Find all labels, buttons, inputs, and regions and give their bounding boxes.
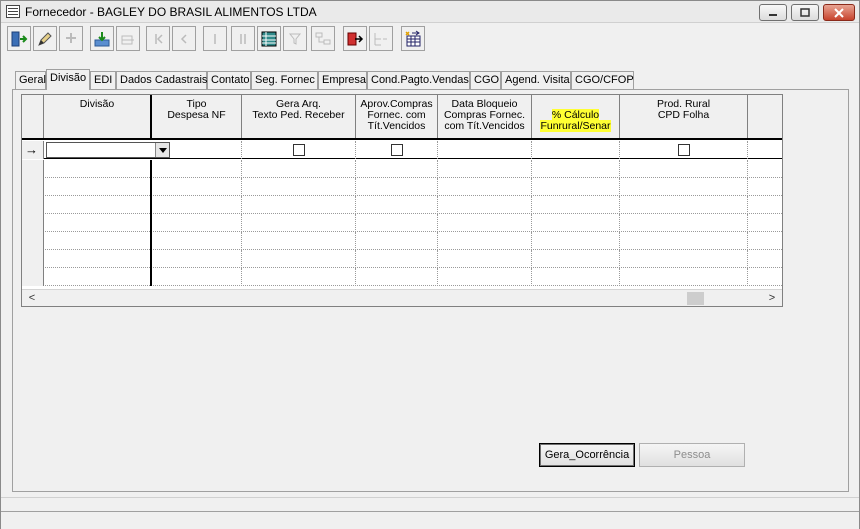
spreadsheet-icon <box>405 30 421 46</box>
tab-dados-cadastrais[interactable]: Dados Cadastrais <box>116 71 207 89</box>
maximize-button[interactable] <box>791 4 819 21</box>
app-icon <box>6 5 20 18</box>
tab-divisao[interactable]: Divisão <box>46 69 90 90</box>
last-record-button[interactable] <box>231 26 255 51</box>
title-bar: Fornecedor - BAGLEY DO BRASIL ALIMENTOS … <box>1 1 859 23</box>
row-indicator <box>22 268 44 286</box>
tipo-despesa-cell[interactable] <box>152 141 242 159</box>
edit-button[interactable] <box>33 26 57 51</box>
table-row[interactable] <box>22 160 782 178</box>
next-record-button[interactable] <box>203 26 227 51</box>
column-header-data-bloqueio[interactable]: Data Bloqueio Compras Fornec. com Tít.Ve… <box>438 95 532 138</box>
scroll-left-button[interactable]: < <box>24 292 40 305</box>
column-header-gera-arq[interactable]: Gera Arq. Texto Ped. Receber <box>242 95 356 138</box>
row-indicator <box>22 250 44 268</box>
save-icon <box>94 31 110 46</box>
next-record-icon <box>214 33 216 44</box>
tab-cgo[interactable]: CGO <box>470 71 501 89</box>
tab-cgo-cfop[interactable]: CGO/CFOP <box>571 71 634 89</box>
gera-arq-checkbox[interactable] <box>293 144 305 156</box>
first-record-button[interactable] <box>146 26 170 51</box>
grid-header: Divisão Tipo Despesa NF Gera Arq. Texto … <box>22 95 782 140</box>
grid-view-icon <box>261 31 277 46</box>
table-row[interactable] <box>22 196 782 214</box>
tab-geral[interactable]: Geral <box>15 71 46 89</box>
column-header-divisao[interactable]: Divisão <box>44 95 152 138</box>
tab-seg-fornec[interactable]: Seg. Fornec <box>251 71 318 89</box>
close-button[interactable] <box>823 4 855 21</box>
grid-header-indicator <box>22 95 44 138</box>
tree-icon <box>315 32 331 44</box>
pessoa-button[interactable]: Pessoa <box>639 443 745 467</box>
tree-collapse-icon <box>374 32 387 45</box>
minimize-button[interactable] <box>759 4 787 21</box>
last-record-icon <box>240 33 246 44</box>
aprov-compras-cell <box>356 141 438 159</box>
current-row-indicator: → <box>22 141 44 159</box>
close-icon <box>834 7 844 18</box>
grid-row-current[interactable]: → <box>22 141 782 159</box>
prod-rural-checkbox[interactable] <box>678 144 690 156</box>
column-header-aprov-compras[interactable]: Aprov.Compras Fornec. com Tít.Vencidos <box>356 95 438 138</box>
edit-icon <box>38 31 52 46</box>
table-row[interactable] <box>22 178 782 196</box>
aprov-compras-checkbox[interactable] <box>391 144 403 156</box>
new-record-icon <box>66 32 76 43</box>
tree-collapse-button[interactable] <box>369 26 393 51</box>
tab-empresa[interactable]: Empresa <box>318 71 367 89</box>
row-indicator <box>22 178 44 196</box>
export-icon <box>347 32 364 45</box>
divisao-grid: Divisão Tipo Despesa NF Gera Arq. Texto … <box>21 94 783 307</box>
row-indicator <box>22 160 44 178</box>
prod-rural-cell <box>620 141 748 159</box>
main-window: Fornecedor - BAGLEY DO BRASIL ALIMENTOS … <box>0 0 860 529</box>
data-bloqueio-cell[interactable] <box>438 141 532 159</box>
filter-button[interactable] <box>283 26 307 51</box>
table-row[interactable] <box>22 268 782 286</box>
table-row[interactable] <box>22 214 782 232</box>
window-title: Fornecedor - BAGLEY DO BRASIL ALIMENTOS … <box>25 5 317 19</box>
minimize-icon <box>769 13 777 16</box>
delete-record-icon <box>121 35 134 44</box>
column-header-calculo-funrural-label: % Cálculo Funrural/Senar <box>540 109 611 132</box>
gera-ocorrencia-button[interactable]: Gera_Ocorrência <box>539 443 635 467</box>
tab-agend-visita[interactable]: Agend. Visita <box>501 71 571 89</box>
scroll-right-button[interactable]: > <box>764 292 780 305</box>
exit-button[interactable] <box>7 26 31 51</box>
previous-record-button[interactable] <box>172 26 196 51</box>
status-bar <box>1 511 859 529</box>
row-indicator <box>22 214 44 232</box>
grid-view-button[interactable] <box>257 26 281 51</box>
row-indicator <box>22 196 44 214</box>
tab-edi[interactable]: EDI <box>90 71 116 89</box>
previous-record-icon <box>180 33 187 44</box>
tab-cond-pagto-vendas[interactable]: Cond.Pagto.Vendas <box>367 71 470 89</box>
scroll-thumb[interactable] <box>687 292 704 305</box>
row-indicator <box>22 232 44 250</box>
filter-icon <box>288 33 302 45</box>
toolbar <box>5 26 445 53</box>
spreadsheet-button[interactable] <box>401 26 425 51</box>
gera-arq-cell <box>242 141 356 159</box>
separator <box>1 497 859 498</box>
table-row[interactable] <box>22 232 782 250</box>
column-header-extra <box>748 95 782 138</box>
exit-icon <box>11 31 28 46</box>
calculo-funrural-cell[interactable] <box>532 141 620 159</box>
column-header-tipo-despesa[interactable]: Tipo Despesa NF <box>152 95 242 138</box>
delete-record-button[interactable] <box>116 26 140 51</box>
export-button[interactable] <box>343 26 367 51</box>
tab-contato[interactable]: Contato <box>207 71 251 89</box>
table-row[interactable] <box>22 250 782 268</box>
tab-strip: Geral Divisão EDI Dados Cadastrais Conta… <box>15 69 845 90</box>
save-button[interactable] <box>90 26 114 51</box>
column-header-calculo-funrural[interactable]: % Cálculo Funrural/Senar <box>532 95 620 138</box>
arrow-right-icon: → <box>25 142 38 157</box>
first-record-icon <box>155 33 163 44</box>
new-record-button[interactable] <box>59 26 83 51</box>
maximize-icon <box>800 7 810 17</box>
tree-button[interactable] <box>311 26 335 51</box>
column-header-prod-rural[interactable]: Prod. Rural CPD Folha <box>620 95 748 138</box>
horizontal-scrollbar[interactable]: < > <box>22 289 782 306</box>
